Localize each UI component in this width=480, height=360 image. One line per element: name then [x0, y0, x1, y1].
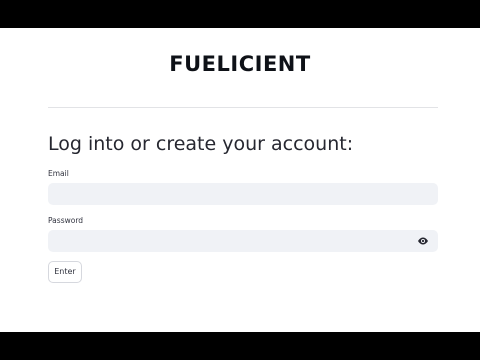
password-field[interactable] [48, 230, 438, 252]
email-field[interactable] [48, 183, 438, 205]
eye-icon[interactable] [417, 236, 429, 246]
brand-title: FUELICIENT [169, 52, 311, 76]
password-label: Password [48, 216, 84, 225]
letterbox-bottom [0, 332, 480, 360]
enter-button[interactable]: Enter [48, 261, 82, 283]
email-label: Email [48, 169, 69, 178]
header-divider [48, 107, 438, 108]
login-heading: Log into or create your account: [48, 133, 354, 155]
login-page: FUELICIENT Log into or create your accou… [0, 28, 480, 332]
letterbox-top [0, 0, 480, 28]
password-field-container [48, 230, 438, 252]
email-field-container [48, 183, 438, 205]
